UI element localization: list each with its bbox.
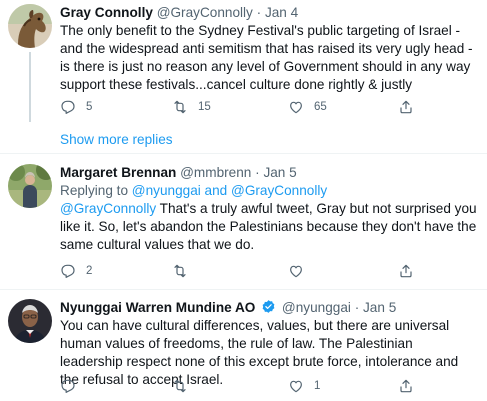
avatar-nyunggai-warren-mundine[interactable]: [8, 299, 52, 343]
user-handle[interactable]: @mmbrenn: [180, 165, 251, 180]
like-icon: [290, 265, 302, 278]
tweet-text: @GrayConnolly That's a truly awful tweet…: [60, 200, 479, 254]
share-icon: [400, 264, 412, 278]
reply-button[interactable]: 2: [60, 262, 92, 280]
reply-icon: [61, 264, 75, 278]
tweet-date[interactable]: Jan 5: [263, 165, 296, 180]
like-icon: [290, 380, 302, 393]
retweet-count: 15: [198, 101, 211, 113]
tweet-actions: 2: [60, 262, 420, 280]
user-handle[interactable]: @GrayConnolly: [157, 5, 253, 20]
like-button[interactable]: 1: [288, 377, 320, 395]
share-button[interactable]: [398, 262, 414, 280]
retweet-button[interactable]: [172, 262, 198, 280]
like-count: 1: [314, 380, 321, 392]
reply-count: 2: [86, 265, 93, 277]
display-name[interactable]: Nyunggai Warren Mundine AO: [60, 300, 255, 315]
avatar-gray-connolly[interactable]: [8, 4, 52, 48]
share-icon: [400, 379, 412, 393]
reply-icon: [61, 100, 75, 114]
like-button[interactable]: [288, 262, 314, 280]
retweet-icon: [174, 379, 186, 393]
share-button[interactable]: [398, 377, 414, 395]
divider: [0, 289, 487, 290]
tweet-date[interactable]: Jan 5: [363, 300, 396, 315]
display-name[interactable]: Margaret Brennan: [60, 165, 176, 180]
display-name[interactable]: Gray Connolly: [60, 5, 153, 20]
verified-badge-icon: [262, 300, 275, 313]
reply-and: and: [200, 183, 232, 198]
tweet-margaret-brennan[interactable]: Margaret Brennan @mmbrenn · Jan 5 Replyi…: [0, 160, 487, 284]
share-icon: [400, 100, 412, 114]
tweet-text: The only benefit to the Sydney Festival'…: [60, 23, 473, 92]
separator-dot: ·: [354, 300, 360, 315]
reply-button[interactable]: [60, 377, 86, 395]
retweet-button[interactable]: [172, 377, 198, 395]
replying-to-prefix: Replying to: [60, 183, 132, 198]
divider: [0, 153, 487, 154]
user-handle[interactable]: @nyunggai: [282, 300, 351, 315]
person-outdoor-avatar-image: [8, 164, 52, 208]
share-button[interactable]: [398, 98, 414, 116]
tweet-header: Margaret Brennan @mmbrenn · Jan 5: [60, 164, 479, 182]
horse-avatar-image: [8, 4, 52, 48]
show-more-replies-link[interactable]: Show more replies: [60, 132, 173, 147]
avatar-margaret-brennan[interactable]: [8, 164, 52, 208]
tweet-nyunggai-warren-mundine[interactable]: Nyunggai Warren Mundine AO @nyunggai · J…: [0, 295, 487, 401]
reply-count: 5: [86, 101, 93, 113]
thread-connector-line: [29, 52, 31, 122]
retweet-icon: [174, 100, 186, 114]
tweet-header: Nyunggai Warren Mundine AO @nyunggai · J…: [60, 299, 479, 317]
reply-button[interactable]: 5: [60, 98, 92, 116]
portrait-avatar-image: [8, 299, 52, 343]
reply-icon: [61, 379, 75, 393]
mention-grayconnolly[interactable]: @GrayConnolly: [60, 201, 156, 216]
like-button[interactable]: 65: [288, 98, 327, 116]
like-count: 65: [314, 101, 327, 113]
reply-mention-nyunggai[interactable]: @nyunggai: [132, 183, 201, 198]
retweet-button[interactable]: 15: [172, 98, 211, 116]
tweet-actions: 5 15 65: [60, 98, 420, 116]
tweet-header: Gray Connolly @GrayConnolly · Jan 4: [60, 4, 479, 22]
retweet-icon: [174, 264, 186, 278]
tweet-date[interactable]: Jan 4: [265, 5, 298, 20]
tweet-gray-connolly[interactable]: Gray Connolly @GrayConnolly · Jan 4 The …: [0, 0, 487, 122]
separator-dot: ·: [256, 5, 262, 20]
separator-dot: ·: [255, 165, 260, 180]
replying-to-line: Replying to @nyunggai and @GrayConnolly: [60, 182, 479, 200]
reply-mention-grayconnolly[interactable]: @GrayConnolly: [231, 183, 327, 198]
tweet-actions: 1: [60, 377, 420, 395]
like-icon: [290, 101, 302, 114]
